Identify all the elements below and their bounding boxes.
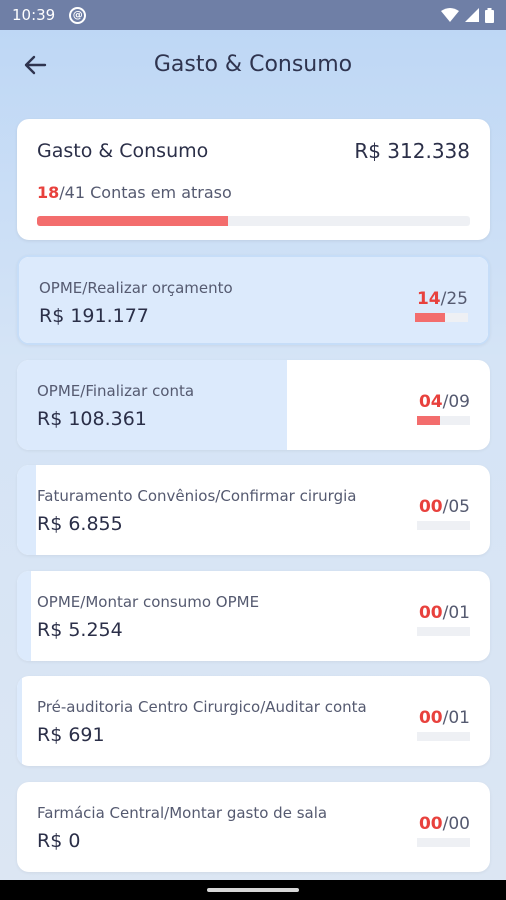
list-item-farmacia-montar-gasto[interactable]: Farmácia Central/Montar gasto de sala R$… bbox=[17, 782, 490, 872]
home-indicator[interactable] bbox=[207, 888, 299, 892]
list-item-opme-montar-consumo[interactable]: OPME/Montar consumo OPME R$ 5.254 00/01 bbox=[17, 571, 490, 661]
status-bar: 10:39 @ bbox=[0, 0, 506, 30]
item-count: 00/01 bbox=[419, 603, 470, 623]
item-progress-bar bbox=[417, 416, 470, 425]
item-name: OPME/Montar consumo OPME bbox=[37, 593, 260, 611]
item-count-total: /00 bbox=[442, 814, 470, 834]
item-name: Pré-auditoria Centro Cirurgico/Auditar c… bbox=[37, 698, 367, 716]
list-item-pre-auditoria-auditar-conta[interactable]: Pré-auditoria Centro Cirurgico/Auditar c… bbox=[17, 676, 490, 766]
item-name: OPME/Finalizar conta bbox=[37, 382, 195, 400]
item-name: OPME/Realizar orçamento bbox=[39, 279, 233, 297]
item-count-total: /01 bbox=[442, 603, 470, 623]
item-progress-bar bbox=[417, 521, 470, 530]
item-highlight bbox=[17, 676, 22, 766]
item-highlight bbox=[17, 465, 36, 555]
item-progress-fill bbox=[415, 313, 445, 322]
signal-icon bbox=[465, 8, 479, 22]
item-progress-bar bbox=[417, 627, 470, 636]
item-name: Faturamento Convênios/Confirmar cirurgia bbox=[37, 487, 357, 505]
item-count: 14/25 bbox=[417, 289, 468, 309]
overdue-total: /41 Contas em atraso bbox=[59, 183, 232, 202]
item-count-total: /01 bbox=[442, 708, 470, 728]
status-time: 10:39 bbox=[12, 6, 56, 24]
item-progress-bar bbox=[415, 313, 468, 322]
item-name: Farmácia Central/Montar gasto de sala bbox=[37, 804, 328, 822]
item-highlight bbox=[17, 360, 287, 450]
item-value: R$ 108.361 bbox=[37, 408, 147, 430]
item-count-value: 00 bbox=[418, 603, 443, 623]
item-progress-bar bbox=[417, 732, 470, 741]
item-progress-bar bbox=[417, 838, 470, 847]
summary-total: R$ 312.338 bbox=[354, 139, 470, 163]
app-header: Gasto & Consumo bbox=[0, 30, 506, 100]
item-progress-fill bbox=[417, 416, 441, 425]
summary-title: Gasto & Consumo bbox=[37, 140, 209, 162]
list-item-opme-finalizar-conta[interactable]: OPME/Finalizar conta R$ 108.361 04/09 bbox=[17, 360, 490, 450]
item-value: R$ 6.855 bbox=[37, 513, 123, 535]
item-value: R$ 0 bbox=[37, 830, 81, 852]
sync-icon: @ bbox=[69, 6, 87, 24]
summary-progress-bar bbox=[37, 216, 470, 226]
item-value: R$ 691 bbox=[37, 724, 105, 746]
item-count: 00/05 bbox=[419, 497, 470, 517]
list-item-opme-realizar-orcamento[interactable]: OPME/Realizar orçamento R$ 191.177 14/25 bbox=[17, 255, 490, 345]
item-count-value: 14 bbox=[416, 289, 441, 309]
item-value: R$ 5.254 bbox=[37, 619, 123, 641]
status-icons bbox=[441, 7, 494, 23]
page-title: Gasto & Consumo bbox=[153, 52, 353, 77]
wifi-icon bbox=[441, 8, 459, 22]
summary-progress-fill bbox=[37, 216, 228, 226]
summary-card: Gasto & Consumo R$ 312.338 18/41 Contas … bbox=[17, 119, 490, 240]
item-highlight bbox=[17, 571, 32, 661]
overdue-count: 18 bbox=[37, 183, 60, 202]
item-count-value: 04 bbox=[418, 392, 443, 412]
item-count: 00/00 bbox=[419, 814, 470, 834]
item-value: R$ 191.177 bbox=[39, 305, 149, 327]
item-count-total: /25 bbox=[440, 289, 468, 309]
list-item-faturamento-confirmar-cirurgia[interactable]: Faturamento Convênios/Confirmar cirurgia… bbox=[17, 465, 490, 555]
item-count-total: /05 bbox=[442, 497, 470, 517]
item-count-value: 00 bbox=[418, 814, 443, 834]
item-count-value: 00 bbox=[418, 708, 443, 728]
item-count: 00/01 bbox=[419, 708, 470, 728]
summary-overdue-text: 18/41 Contas em atraso bbox=[37, 183, 232, 202]
item-count-value: 00 bbox=[418, 497, 443, 517]
item-count-total: /09 bbox=[442, 392, 470, 412]
battery-icon bbox=[485, 7, 494, 23]
item-count: 04/09 bbox=[419, 392, 470, 412]
